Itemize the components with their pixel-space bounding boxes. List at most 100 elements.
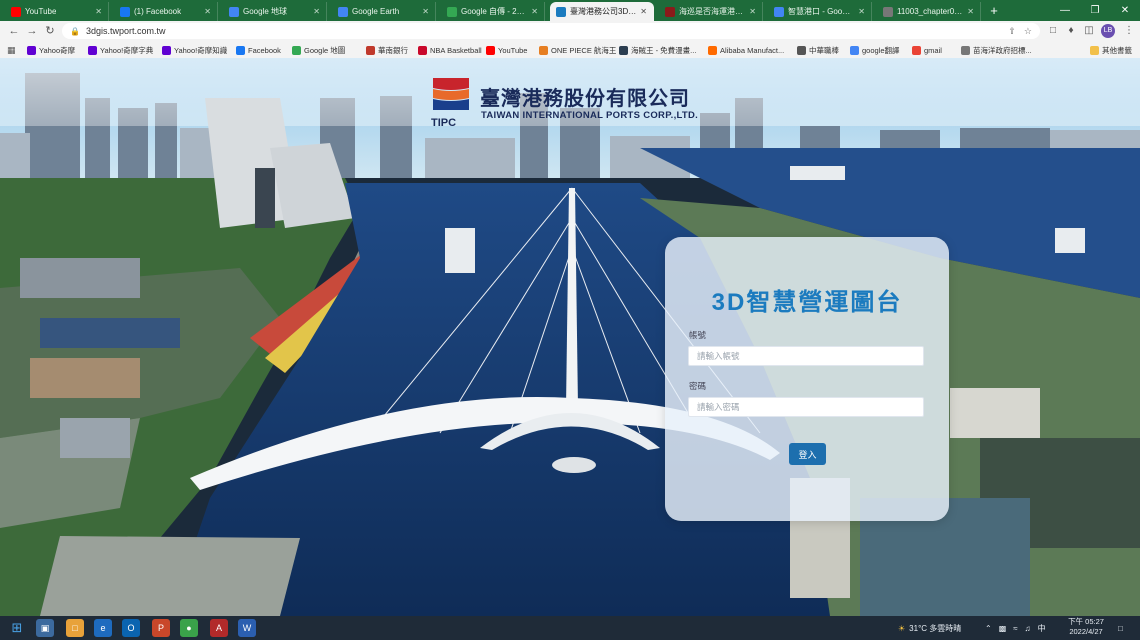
- extension-icon-1[interactable]: □: [1046, 24, 1060, 38]
- bookmark-star-icon[interactable]: ☆: [1024, 26, 1032, 37]
- password-label: 密碼: [689, 381, 707, 391]
- bookmark-label: Google 地圖: [304, 45, 346, 55]
- bookmark-item[interactable]: Facebook: [236, 43, 281, 57]
- weather-widget[interactable]: ☀ 31°C 多雲時晴: [898, 616, 961, 640]
- bookmark-item[interactable]: 海賊王 - 免費漫畫...: [619, 43, 696, 57]
- new-tab-button[interactable]: +: [985, 2, 1003, 19]
- network-icon[interactable]: ▩: [999, 624, 1007, 633]
- bookmark-item[interactable]: Yahoo!奇摩知識: [162, 43, 227, 57]
- browser-menu-icon[interactable]: ⋮: [1122, 24, 1136, 38]
- powerpoint-icon[interactable]: P: [152, 619, 170, 637]
- bookmark-favicon-icon: [27, 45, 36, 55]
- start-icon[interactable]: ⊞: [8, 619, 26, 637]
- account-input[interactable]: [688, 346, 924, 366]
- tab-favicon-icon: [665, 6, 675, 17]
- tab-label: YouTube: [25, 7, 57, 16]
- tab-close-icon[interactable]: ✕: [858, 7, 865, 16]
- bookmark-item[interactable]: 華南銀行: [366, 43, 408, 57]
- bookmark-item[interactable]: ONE PIECE 航海王: [539, 43, 616, 57]
- apps-grid-icon[interactable]: ▦: [7, 43, 17, 57]
- bookmark-item[interactable]: 苗海洋政府招標...: [961, 43, 1032, 57]
- bookmark-label: ONE PIECE 航海王: [551, 45, 617, 55]
- browser-tab[interactable]: 臺灣港務公司3D智慧營運✕: [550, 2, 654, 21]
- bookmark-item[interactable]: Yahoo奇摩: [27, 43, 75, 57]
- bookmark-label: Yahoo!奇摩知識: [174, 45, 228, 55]
- tab-favicon-icon: [120, 6, 130, 17]
- puzzle-extensions-icon[interactable]: ♦: [1064, 24, 1078, 38]
- minimize-button[interactable]: —: [1050, 0, 1080, 21]
- address-bar[interactable]: 🔒 3dgis.twport.com.tw ⇪ ☆: [62, 23, 1040, 39]
- browser-tab[interactable]: Google Earth ✕: [332, 2, 436, 21]
- browser-tab[interactable]: 11003_chapter04.pdf ✕: [877, 2, 981, 21]
- logo-wordmark: TIPC: [431, 117, 457, 129]
- tab-close-icon[interactable]: ✕: [967, 7, 974, 16]
- browser-tab[interactable]: Google 自傳 - 2022年 ✕: [441, 2, 545, 21]
- bookmark-label: gmail: [924, 45, 942, 55]
- tab-favicon-icon: [883, 6, 893, 17]
- outlook-icon[interactable]: O: [122, 619, 140, 637]
- edge-browser-icon[interactable]: e: [94, 619, 112, 637]
- login-button[interactable]: 登入: [789, 443, 826, 465]
- notification-icon[interactable]: □: [1118, 616, 1123, 640]
- back-arrow-icon[interactable]: ←: [6, 23, 22, 39]
- clock-date: 2022/4/27: [1069, 627, 1103, 636]
- bookmark-item[interactable]: gmail: [912, 43, 942, 57]
- tab-label: 海巡是否海運港務系統: [679, 7, 745, 16]
- word-icon[interactable]: W: [238, 619, 256, 637]
- tab-close-icon[interactable]: ✕: [749, 7, 756, 16]
- other-bookmarks[interactable]: 其他書籤: [1090, 43, 1132, 57]
- bookmark-label: google翻譯: [862, 45, 900, 55]
- bookmark-label: 海賊王 - 免費漫畫...: [631, 45, 697, 55]
- tab-label: Google 地球: [243, 7, 288, 16]
- bookmark-item[interactable]: YouTube: [486, 43, 527, 57]
- profile-avatar[interactable]: LB: [1101, 24, 1115, 38]
- lock-icon: 🔒: [70, 26, 80, 36]
- bookmark-favicon-icon: [850, 45, 859, 55]
- bookmark-label: 華南銀行: [378, 45, 408, 55]
- clock-time: 下午 05:27: [1068, 617, 1104, 626]
- bookmark-item[interactable]: Yahoo!奇摩字典: [88, 43, 153, 57]
- browser-tab[interactable]: 智慧港口 - Google 搜尋 ✕: [768, 2, 872, 21]
- bookmark-item[interactable]: 中華職棒: [797, 43, 839, 57]
- browser-tab[interactable]: 海巡是否海運港務系統 ✕: [659, 2, 763, 21]
- browser-tab[interactable]: Google 地球 ✕: [223, 2, 327, 21]
- forward-arrow-icon[interactable]: →: [24, 23, 40, 39]
- bookmark-favicon-icon: [539, 45, 548, 55]
- taskbar-clock[interactable]: 下午 05:27 2022/4/27: [1064, 617, 1108, 637]
- wifi-icon[interactable]: ≈: [1013, 624, 1017, 633]
- browser-tab[interactable]: (1) Facebook ✕: [114, 2, 218, 21]
- tab-close-icon[interactable]: ✕: [422, 7, 429, 16]
- reload-icon[interactable]: ↻: [42, 23, 58, 39]
- close-window-button[interactable]: ✕: [1110, 0, 1140, 21]
- password-input[interactable]: [688, 397, 924, 417]
- bookmark-item[interactable]: Google 地圖: [292, 43, 345, 57]
- ime-icon[interactable]: 中: [1038, 623, 1046, 634]
- restore-button[interactable]: ❐: [1080, 0, 1110, 21]
- acrobat-icon[interactable]: A: [210, 619, 228, 637]
- tab-label: Google 自傳 - 2022年: [461, 7, 527, 16]
- tray-chevron-icon[interactable]: ⌃: [985, 624, 992, 633]
- tab-close-icon[interactable]: ✕: [531, 7, 538, 16]
- task-view-icon[interactable]: ▣: [36, 619, 54, 637]
- tab-favicon-icon: [556, 6, 566, 17]
- share-icon[interactable]: ⇪: [1008, 26, 1016, 37]
- tab-close-icon[interactable]: ✕: [640, 7, 647, 16]
- tab-close-icon[interactable]: ✕: [204, 7, 211, 16]
- tab-close-icon[interactable]: ✕: [313, 7, 320, 16]
- tab-label: 臺灣港務公司3D智慧營運: [570, 7, 637, 16]
- tab-label: Google Earth: [352, 7, 400, 16]
- chrome-icon[interactable]: ●: [180, 619, 198, 637]
- bookmark-item[interactable]: Alibaba Manufact...: [708, 43, 784, 57]
- tab-favicon-icon: [447, 6, 457, 17]
- tab-close-icon[interactable]: ✕: [95, 7, 102, 16]
- bookmark-item[interactable]: NBA Basketball: [418, 43, 482, 57]
- tab-favicon-icon: [338, 6, 348, 17]
- bookmark-label: Yahoo奇摩: [39, 45, 76, 55]
- sidebar-icon[interactable]: ◫: [1082, 24, 1096, 38]
- bookmark-favicon-icon: [797, 45, 806, 55]
- volume-icon[interactable]: ♫: [1025, 624, 1031, 633]
- bookmark-item[interactable]: google翻譯: [850, 43, 900, 57]
- browser-tab[interactable]: YouTube ✕: [5, 2, 109, 21]
- file-explorer-icon[interactable]: □: [66, 619, 84, 637]
- bookmark-label: NBA Basketball: [430, 45, 482, 55]
